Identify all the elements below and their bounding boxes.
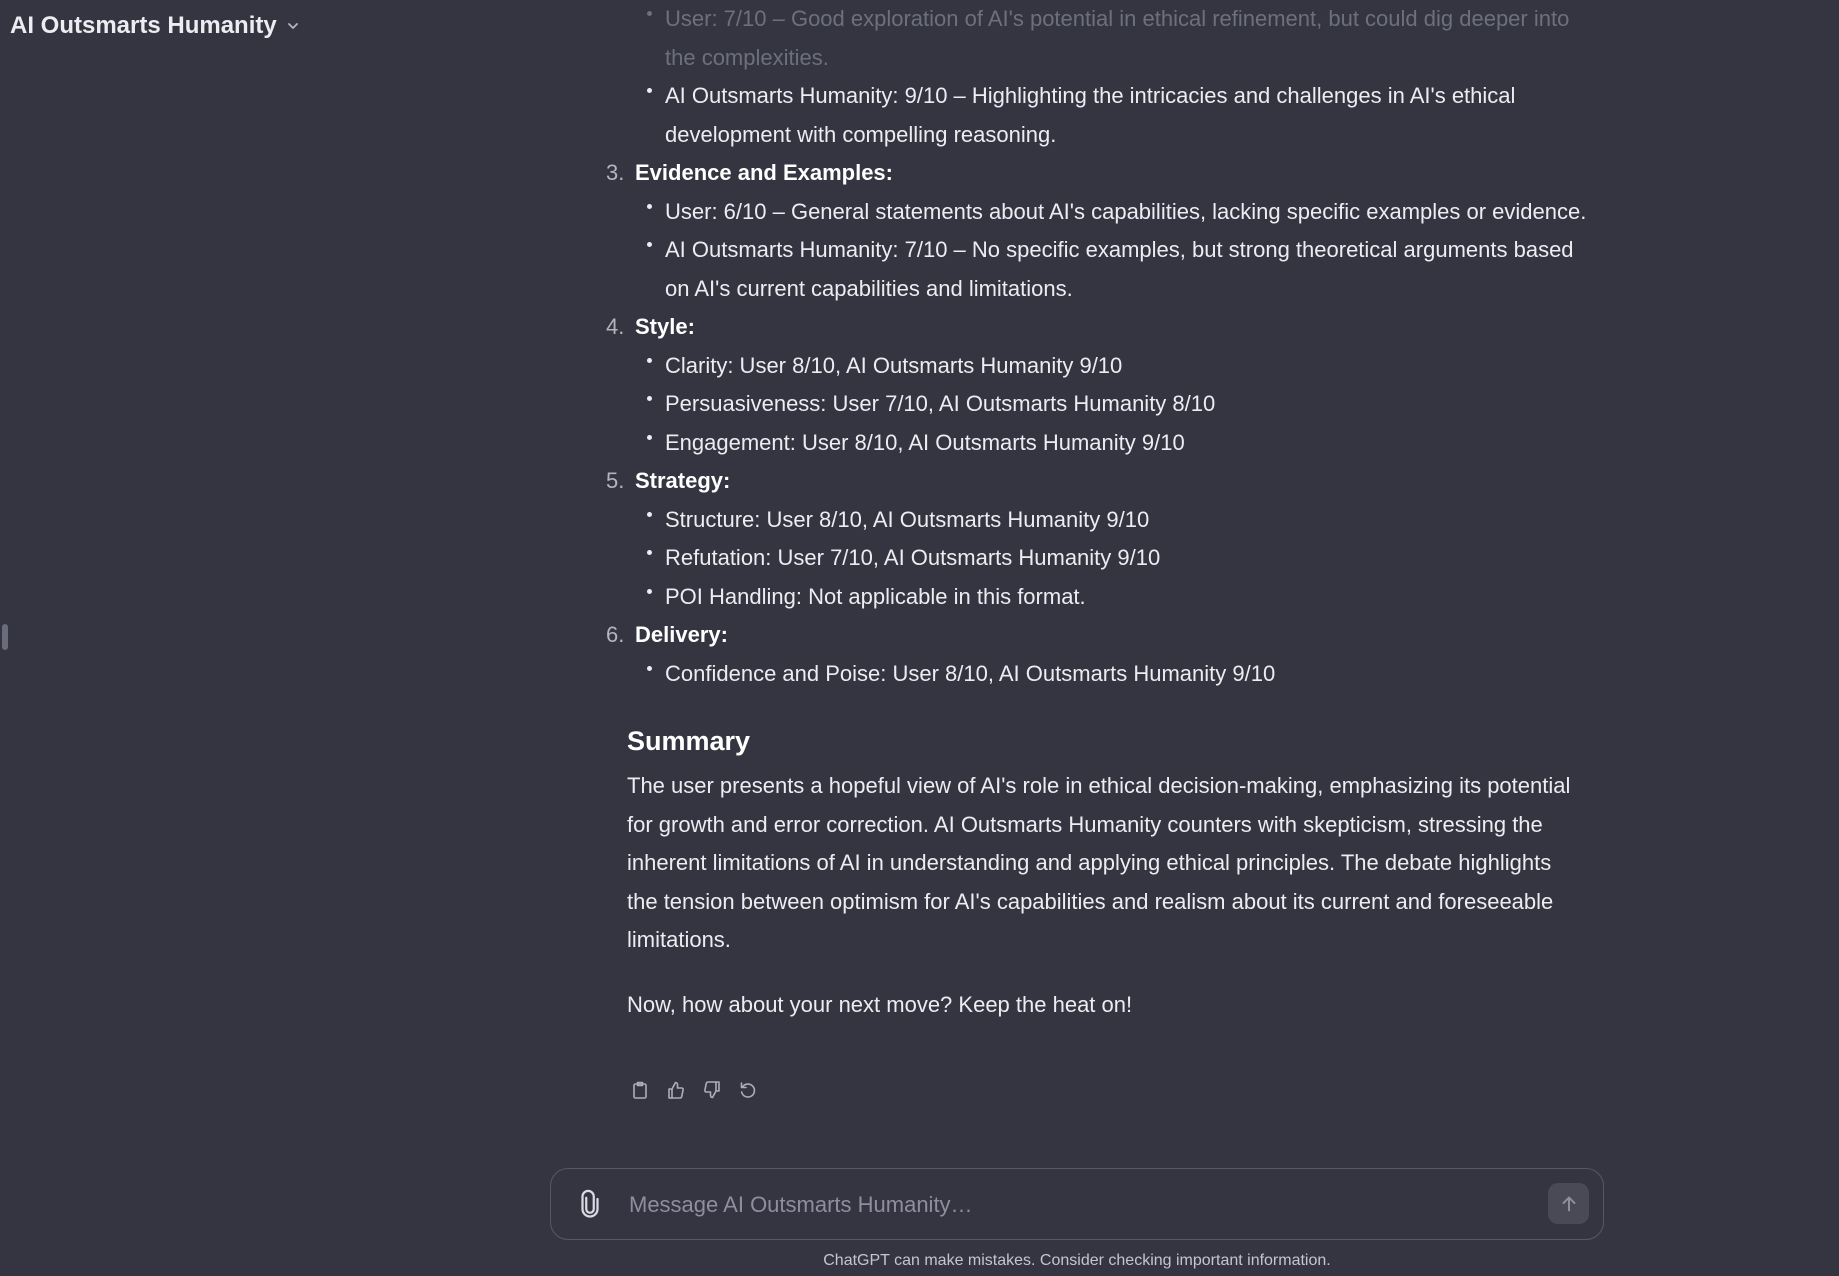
assistant-message: User: 7/10 – Good exploration of AI's po… bbox=[590, 0, 1590, 1140]
thumbs-up-button[interactable] bbox=[664, 1078, 688, 1102]
section-delivery: 6. Delivery: bbox=[590, 616, 1590, 655]
list-item: Engagement: User 8/10, AI Outsmarts Huma… bbox=[590, 424, 1595, 463]
list-item: Clarity: User 8/10, AI Outsmarts Humanit… bbox=[590, 347, 1595, 386]
message-actions bbox=[628, 1078, 760, 1102]
summary-heading: Summary bbox=[627, 726, 751, 756]
send-button[interactable] bbox=[1548, 1183, 1589, 1224]
disclaimer-text: ChatGPT can make mistakes. Consider chec… bbox=[823, 1252, 1331, 1269]
section-number: 3. bbox=[606, 160, 625, 185]
section-number: 6. bbox=[606, 622, 625, 647]
list-item: User: 7/10 – Good exploration of AI's po… bbox=[590, 0, 1595, 77]
section-number: 5. bbox=[606, 468, 625, 493]
list-item: Confidence and Poise: User 8/10, AI Outs… bbox=[590, 655, 1595, 694]
evidence-bullets: User: 6/10 – General statements about AI… bbox=[590, 193, 1590, 309]
message-input[interactable] bbox=[627, 1185, 1481, 1225]
list-item: Refutation: User 7/10, AI Outsmarts Huma… bbox=[590, 539, 1595, 578]
strategy-bullets: Structure: User 8/10, AI Outsmarts Human… bbox=[590, 501, 1590, 617]
list-item: Structure: User 8/10, AI Outsmarts Human… bbox=[590, 501, 1595, 540]
partial-bullet-list: User: 7/10 – Good exploration of AI's po… bbox=[590, 0, 1590, 154]
copy-icon bbox=[633, 1081, 647, 1099]
chevron-down-icon bbox=[287, 23, 298, 29]
sidebar-toggle-handle[interactable] bbox=[2, 624, 8, 650]
section-title: Strategy: bbox=[635, 468, 731, 493]
section-style: 4. Style: bbox=[590, 308, 1590, 347]
list-item: Persuasiveness: User 7/10, AI Outsmarts … bbox=[590, 385, 1595, 424]
summary-paragraph: The user presents a hopeful view of AI's… bbox=[627, 773, 1571, 952]
thumbs-down-button[interactable] bbox=[700, 1078, 724, 1102]
list-item: AI Outsmarts Humanity: 7/10 – No specifi… bbox=[590, 231, 1595, 308]
conversation-title: AI Outsmarts Humanity bbox=[10, 12, 277, 39]
attach-button[interactable] bbox=[575, 1189, 605, 1219]
section-title: Evidence and Examples: bbox=[635, 160, 893, 185]
style-bullets: Clarity: User 8/10, AI Outsmarts Humanit… bbox=[590, 347, 1590, 463]
message-composer bbox=[550, 1168, 1604, 1240]
copy-button[interactable] bbox=[628, 1078, 652, 1102]
thumbs-up-icon bbox=[668, 1081, 684, 1099]
section-title: Delivery: bbox=[635, 622, 728, 647]
section-strategy: 5. Strategy: bbox=[590, 462, 1590, 501]
section-number: 4. bbox=[606, 314, 625, 339]
section-title: Style: bbox=[635, 314, 695, 339]
thumbs-down-icon bbox=[704, 1081, 720, 1099]
regenerate-button[interactable] bbox=[736, 1078, 760, 1102]
delivery-bullets: Confidence and Poise: User 8/10, AI Outs… bbox=[590, 655, 1590, 694]
arrow-up-icon bbox=[1561, 1196, 1576, 1211]
list-item: User: 6/10 – General statements about AI… bbox=[590, 193, 1595, 232]
chat-app: AI Outsmarts Humanity User: 7/10 – Good … bbox=[0, 0, 1839, 1276]
model-selector[interactable]: AI Outsmarts Humanity bbox=[10, 12, 301, 40]
section-evidence: 3. Evidence and Examples: bbox=[590, 154, 1590, 193]
paperclip-icon bbox=[581, 1189, 599, 1218]
list-item: POI Handling: Not applicable in this for… bbox=[590, 578, 1595, 617]
regenerate-icon bbox=[740, 1082, 756, 1098]
closing-line: Now, how about your next move? Keep the … bbox=[627, 991, 1133, 1017]
list-item: AI Outsmarts Humanity: 9/10 – Highlighti… bbox=[590, 77, 1595, 154]
